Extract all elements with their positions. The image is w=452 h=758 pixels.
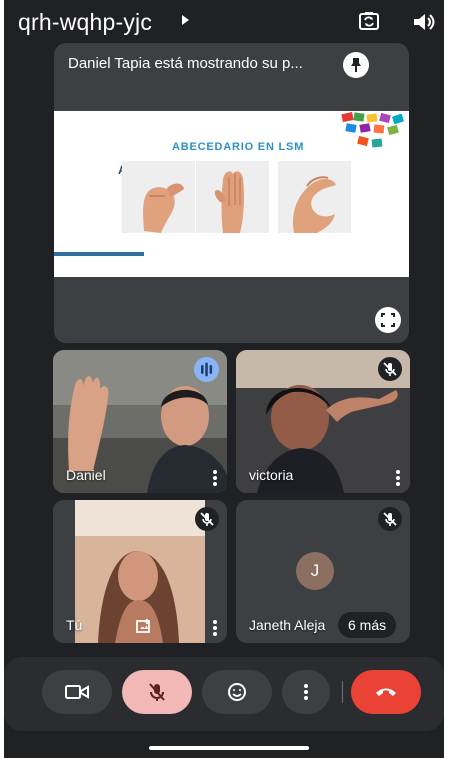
mic-off-icon (195, 507, 219, 531)
meet-call-screen: qrh-wqhp-yjc Daniel Tapia está mostrando… (4, 0, 444, 758)
participant-name-janeth: Janeth Aleja (249, 617, 326, 633)
slide-divider (54, 252, 144, 256)
microphone-button[interactable] (122, 670, 192, 714)
home-indicator[interactable] (149, 746, 309, 750)
emoji-icon (228, 683, 246, 701)
mic-off-icon (378, 357, 402, 381)
participant-name-you: Tú (66, 617, 83, 633)
more-options-button[interactable] (282, 670, 330, 714)
control-divider (342, 681, 343, 703)
camera-icon (65, 685, 89, 699)
participant-tile-daniel[interactable]: Daniel (53, 350, 227, 493)
presentation-card: Daniel Tapia está mostrando su p... ABEC… (54, 43, 409, 343)
speaking-icon (194, 357, 219, 382)
more-icon[interactable] (213, 470, 217, 486)
presentation-status: Daniel Tapia está mostrando su p... (68, 55, 303, 72)
speaker-icon[interactable] (409, 8, 437, 36)
more-icon (304, 684, 308, 700)
top-bar: qrh-wqhp-yjc (4, 0, 444, 42)
more-icon[interactable] (213, 620, 217, 636)
meeting-code[interactable]: qrh-wqhp-yjc (18, 9, 152, 36)
fullscreen-icon[interactable] (375, 307, 401, 333)
camera-button[interactable] (42, 670, 112, 714)
pin-icon[interactable] (343, 52, 369, 78)
lsm-colorful-logo (341, 112, 404, 148)
hand-sign-b (196, 161, 269, 233)
hand-sign-c (278, 161, 351, 233)
slide-title: ABECEDARIO EN LSM (172, 141, 305, 153)
call-controls (4, 657, 444, 731)
participant-tile-you[interactable]: Tú (53, 500, 227, 643)
more-participants-badge[interactable]: 6 más (338, 612, 397, 638)
participant-tile-victoria[interactable]: victoria (236, 350, 410, 493)
participant-name-daniel: Daniel (66, 467, 106, 483)
mic-off-icon (149, 683, 165, 701)
frame-icon[interactable] (135, 617, 153, 635)
end-call-icon (376, 688, 396, 696)
chevron-right-icon[interactable] (182, 15, 189, 25)
more-icon[interactable] (396, 470, 400, 486)
emoji-button[interactable] (202, 670, 272, 714)
shared-slide: ABECEDARIO EN LSM A (54, 111, 409, 277)
participant-name-victoria: victoria (249, 467, 294, 483)
avatar: J (296, 552, 334, 590)
mic-off-icon (378, 507, 402, 531)
hand-sign-a (122, 161, 195, 233)
participant-tile-janeth[interactable]: J Janeth Aleja 6 más (236, 500, 410, 643)
end-call-button[interactable] (351, 670, 421, 714)
switch-camera-icon[interactable] (355, 8, 383, 36)
